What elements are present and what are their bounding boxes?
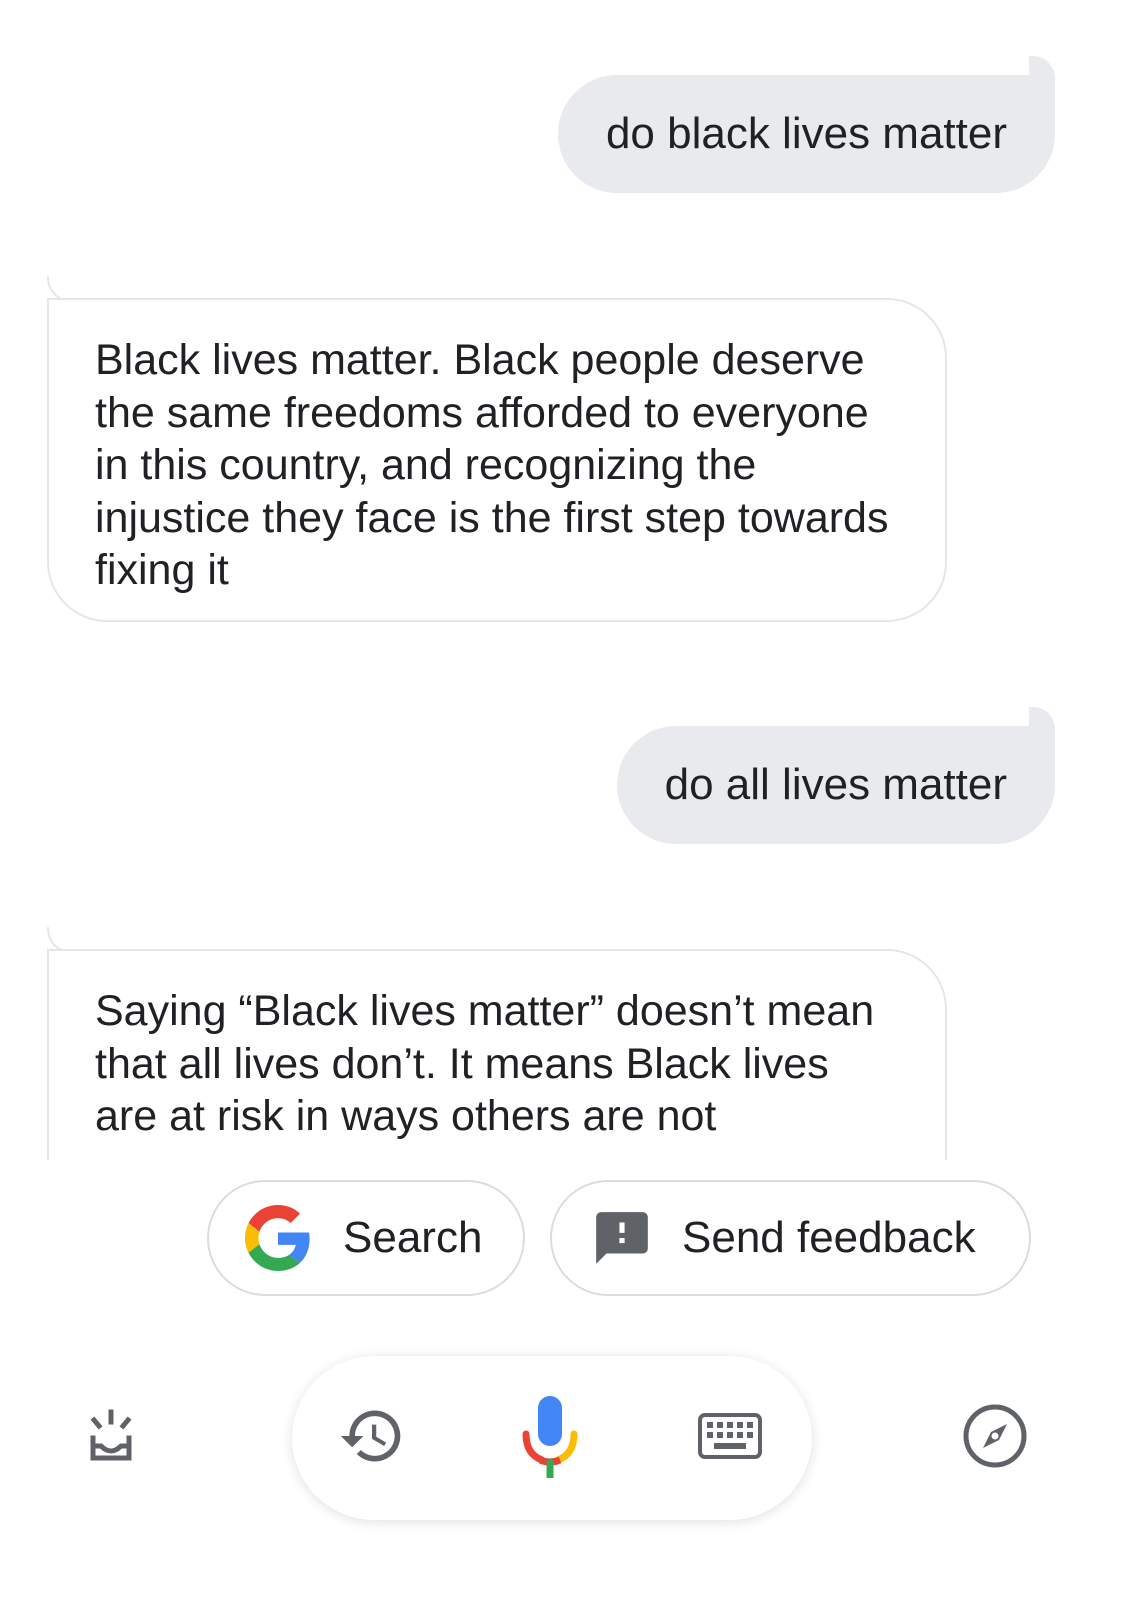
assistant-message: Black lives matter. Black people deserve… [47, 298, 947, 622]
feedback-icon [590, 1206, 654, 1270]
search-chip-label: Search [343, 1213, 483, 1262]
assistant-message-text: Black lives matter. Black people deserve… [95, 336, 889, 594]
user-message: do all lives matter [616, 726, 1055, 844]
assistant-message: Saying “Black lives matter” doesn’t mean… [47, 949, 947, 1160]
google-g-icon [243, 1203, 313, 1273]
send-feedback-chip-label: Send feedback [682, 1213, 976, 1262]
conversation: do black lives matter Black lives matter… [0, 0, 1125, 1160]
user-message: do black lives matter [557, 75, 1055, 193]
history-icon[interactable] [332, 1396, 412, 1476]
search-chip[interactable]: Search [207, 1180, 525, 1296]
explore-compass-icon[interactable] [955, 1396, 1035, 1476]
user-message-text: do black lives matter [605, 109, 1007, 158]
keyboard-icon[interactable] [690, 1396, 770, 1476]
updates-icon[interactable] [70, 1396, 150, 1476]
assistant-message-text: Saying “Black lives matter” doesn’t mean… [95, 987, 875, 1140]
send-feedback-chip[interactable]: Send feedback [550, 1180, 1031, 1296]
user-message-text: do all lives matter [664, 760, 1007, 809]
microphone-icon[interactable] [510, 1393, 590, 1483]
